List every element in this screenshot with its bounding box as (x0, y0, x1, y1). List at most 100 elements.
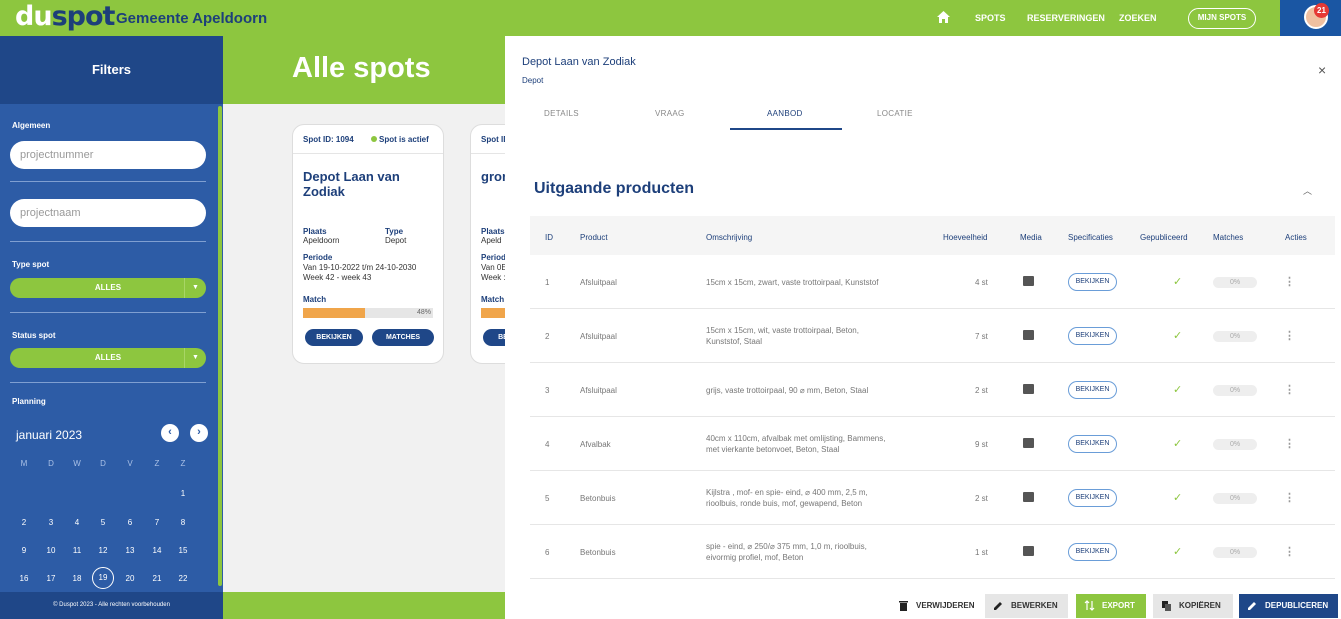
more-actions-icon[interactable]: ⋮ (1284, 329, 1295, 342)
spot-name: Depot Laan van Zodiak (303, 169, 400, 199)
view-specifications-button[interactable]: BEKIJKEN (1068, 435, 1117, 453)
unpublish-label: DEPUBLICEREN (1265, 601, 1329, 610)
view-specifications-button[interactable]: BEKIJKEN (1068, 327, 1117, 345)
more-actions-icon[interactable]: ⋮ (1284, 437, 1295, 450)
view-specifications-button[interactable]: BEKIJKEN (1068, 273, 1117, 291)
more-actions-icon[interactable]: ⋮ (1284, 545, 1295, 558)
cell-product: Afsluitpaal (580, 386, 617, 395)
next-month-button[interactable]: › (190, 424, 208, 442)
col-description: Omschrijving (706, 233, 753, 242)
calendar-day[interactable]: 18 (68, 574, 86, 583)
type-spot-select[interactable]: ALLES ▼ (10, 278, 206, 298)
matches-button[interactable]: MATCHES (372, 329, 434, 346)
edit-button[interactable]: BEWERKEN (985, 594, 1068, 618)
calendar-day[interactable]: 7 (148, 518, 166, 527)
calendar-day[interactable]: 9 (15, 546, 33, 555)
col-quantity: Hoeveelheid (943, 233, 988, 242)
media-icon[interactable] (1023, 330, 1034, 340)
check-icon: ✓ (1173, 492, 1183, 504)
period-value: Van 19-10-2022 t/m 24-10-2030 (303, 263, 417, 272)
place-label: Plaats (481, 227, 505, 236)
project-name-input[interactable]: projectnaam (10, 199, 206, 227)
nav-reserveringen[interactable]: RESERVERINGEN (1027, 13, 1105, 23)
calendar-day[interactable]: 2 (15, 518, 33, 527)
calendar-day[interactable]: 21 (148, 574, 166, 583)
type-spot-value: ALLES (94, 283, 122, 292)
calendar-day[interactable]: 8 (174, 518, 192, 527)
weekday-label: D (100, 459, 106, 468)
duspot-logo[interactable]: duspot (15, 1, 116, 32)
view-specifications-button[interactable]: BEKIJKEN (1068, 489, 1117, 507)
active-dot-icon (371, 136, 377, 142)
more-actions-icon[interactable]: ⋮ (1284, 383, 1295, 396)
logo-spot: spot (51, 1, 116, 32)
cell-description-line1: Kijlstra , mof- en spie- eind, ⌀ 400 mm,… (706, 488, 868, 497)
export-button[interactable]: EXPORT (1076, 594, 1146, 618)
spot-card[interactable]: Spot ID: 1094 Spot is actief Depot Laan … (292, 124, 444, 364)
more-actions-icon[interactable]: ⋮ (1284, 491, 1295, 504)
calendar-day[interactable]: 19 (92, 567, 114, 589)
chevron-down-icon: ▼ (184, 278, 206, 298)
media-icon[interactable] (1023, 438, 1034, 448)
matches-pill: 0% (1213, 385, 1257, 396)
col-published: Gepubliceerd (1140, 233, 1188, 242)
check-icon: ✓ (1173, 384, 1183, 396)
period-value: Van 0E (481, 263, 507, 272)
spot-id: Spot ID: 1094 (303, 135, 354, 144)
close-icon[interactable]: × (1318, 62, 1326, 78)
logo-du: du (15, 1, 53, 32)
status-spot-select[interactable]: ALLES ▼ (10, 348, 206, 368)
cell-description-line2: rioolbuis, ronde buis, mof, gewapend, Be… (706, 499, 863, 508)
calendar-day[interactable]: 13 (121, 546, 139, 555)
match-percent: 48% (416, 309, 431, 316)
view-button[interactable]: BEKIJKEN (305, 329, 363, 346)
calendar-day[interactable]: 12 (94, 546, 112, 555)
nav-spots[interactable]: SPOTS (975, 13, 1006, 23)
calendar-day[interactable]: 22 (174, 574, 192, 583)
project-number-input[interactable]: projectnummer (10, 141, 206, 169)
my-spots-button[interactable]: MIJN SPOTS (1188, 8, 1256, 29)
weekday-label: Z (180, 459, 186, 468)
copy-button[interactable]: KOPIËREN (1153, 594, 1233, 618)
calendar-day[interactable]: 4 (68, 518, 86, 527)
main-footer-band (223, 592, 505, 619)
chevron-up-icon[interactable]: ︿ (1303, 184, 1312, 197)
filters-title: Filters (0, 36, 223, 104)
media-icon[interactable] (1023, 492, 1034, 502)
calendar-day[interactable]: 11 (68, 546, 86, 555)
nav-zoeken[interactable]: ZOEKEN (1119, 13, 1157, 23)
sidebar-scrollbar[interactable] (218, 106, 222, 586)
home-icon[interactable] (937, 11, 950, 23)
tab-details[interactable]: DETAILS (544, 109, 579, 118)
calendar-day[interactable]: 17 (42, 574, 60, 583)
calendar-day[interactable]: 20 (121, 574, 139, 583)
calendar-day[interactable]: 10 (42, 546, 60, 555)
view-specifications-button[interactable]: BEKIJKEN (1068, 543, 1117, 561)
calendar-day[interactable]: 15 (174, 546, 192, 555)
unpublish-button[interactable]: DEPUBLICEREN (1239, 594, 1338, 618)
media-icon[interactable] (1023, 546, 1034, 556)
calendar-day[interactable]: 16 (15, 574, 33, 583)
section-title: Uitgaande producten (534, 180, 695, 197)
prev-month-button[interactable]: ‹ (161, 424, 179, 442)
calendar-day[interactable]: 14 (148, 546, 166, 555)
calendar-day[interactable]: 6 (121, 518, 139, 527)
calendar-day[interactable]: 3 (42, 518, 60, 527)
delete-button[interactable]: VERWIJDEREN (890, 594, 980, 618)
trash-icon (899, 601, 908, 611)
media-icon[interactable] (1023, 384, 1034, 394)
status-text: Spot is actief (379, 135, 429, 144)
col-specifications: Specificaties (1068, 233, 1113, 242)
calendar-day[interactable]: 1 (174, 489, 192, 498)
matches-pill: 0% (1213, 493, 1257, 504)
tab-locatie[interactable]: LOCATIE (877, 109, 913, 118)
tab-aanbod[interactable]: AANBOD (767, 109, 803, 118)
tab-vraag[interactable]: VRAAG (655, 109, 685, 118)
match-progress-fill (481, 308, 506, 318)
view-specifications-button[interactable]: BEKIJKEN (1068, 381, 1117, 399)
cell-quantity: 9 st (975, 440, 988, 449)
weekday-label: D (48, 459, 54, 468)
calendar-day[interactable]: 5 (94, 518, 112, 527)
more-actions-icon[interactable]: ⋮ (1284, 275, 1295, 288)
media-icon[interactable] (1023, 276, 1034, 286)
